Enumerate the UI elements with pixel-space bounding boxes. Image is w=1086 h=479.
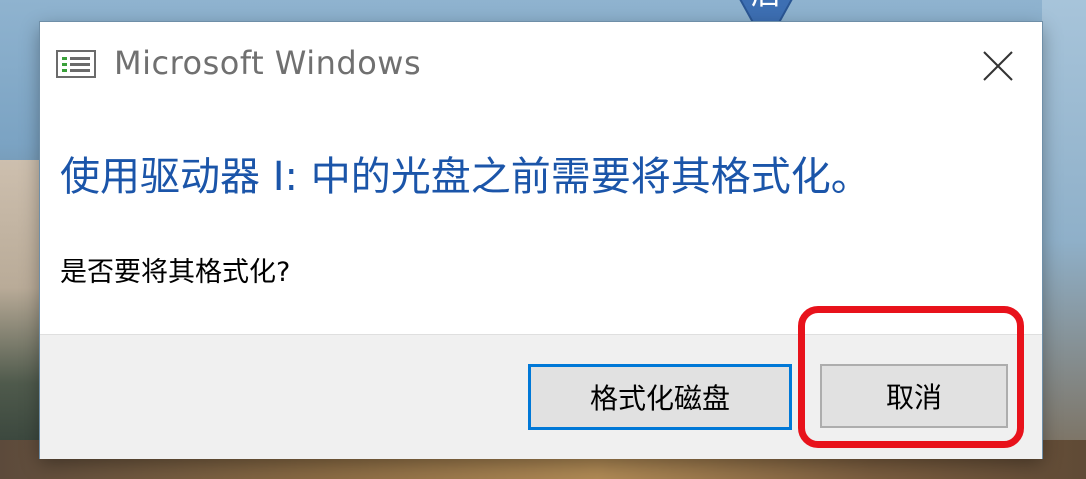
format-question: 是否要将其格式化? [60,257,291,288]
cancel-button[interactable]: 取消 [820,364,1008,428]
callout-text: 后 [751,0,781,12]
window-title: Microsoft Windows [114,44,422,82]
background-photo-left [0,160,44,479]
background-desktop-right [1042,0,1086,479]
main-instruction: 使用驱动器 I: 中的光盘之前需要将其格式化。 [60,154,871,200]
format-disk-dialog: Microsoft Windows 使用驱动器 I: 中的光盘之前需要将其格式化… [40,22,1042,459]
format-disk-button[interactable]: 格式化磁盘 [528,364,792,430]
app-window-icon [56,50,96,78]
close-icon [983,51,1013,81]
titlebar: Microsoft Windows [40,22,1042,112]
close-button[interactable] [968,36,1028,96]
